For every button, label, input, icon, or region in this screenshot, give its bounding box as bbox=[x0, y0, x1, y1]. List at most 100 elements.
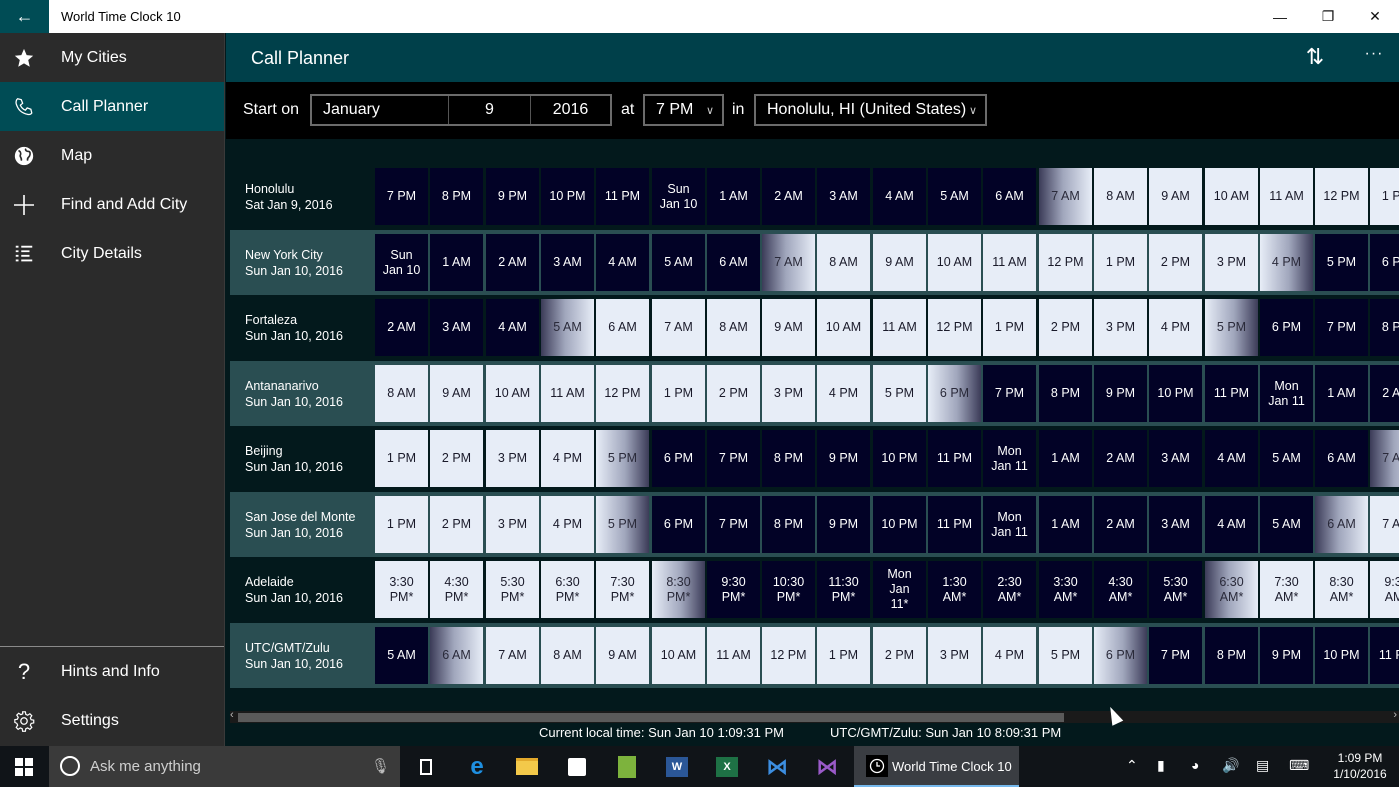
time-cell[interactable]: 1 AM bbox=[430, 234, 483, 291]
time-cell[interactable]: 9 AM bbox=[873, 234, 926, 291]
time-cell[interactable]: 11 AM bbox=[1260, 168, 1313, 225]
time-cell[interactable]: 6 PM bbox=[1370, 234, 1399, 291]
time-cell[interactable]: 4 AM bbox=[1205, 496, 1258, 553]
time-cell[interactable]: 1 PM bbox=[375, 496, 428, 553]
time-cell[interactable]: 9 AM bbox=[596, 627, 649, 684]
time-cell[interactable]: 8 AM bbox=[541, 627, 594, 684]
time-cell[interactable]: 2 AM bbox=[762, 168, 815, 225]
time-cell[interactable]: 9 PM bbox=[817, 496, 870, 553]
time-cell[interactable]: 2 AM bbox=[486, 234, 539, 291]
time-cell[interactable]: Sun Jan 10 bbox=[652, 168, 705, 225]
time-dropdown[interactable]: 7 PM ∨ bbox=[643, 94, 724, 126]
time-cell[interactable]: 5 PM bbox=[596, 496, 649, 553]
sidebar-item-my-cities[interactable]: My Cities bbox=[0, 33, 224, 82]
date-picker[interactable]: January 9 2016 bbox=[310, 94, 612, 126]
time-cell[interactable]: 11 AM bbox=[873, 299, 926, 356]
time-cell[interactable]: 8 AM bbox=[375, 365, 428, 422]
time-cell[interactable]: 7 AM bbox=[1370, 430, 1399, 487]
battery-icon[interactable]: ▮ bbox=[1157, 757, 1165, 774]
time-cell[interactable]: 7:30 PM* bbox=[596, 561, 649, 618]
time-cell[interactable]: 4 PM bbox=[541, 430, 594, 487]
time-cell[interactable]: 3 PM bbox=[1205, 234, 1258, 291]
excel-button[interactable]: X bbox=[703, 746, 751, 787]
time-cell[interactable]: 11 PM bbox=[1370, 627, 1399, 684]
time-cell[interactable]: 9 AM bbox=[1149, 168, 1202, 225]
time-cell[interactable]: 2 AM bbox=[1370, 365, 1399, 422]
time-cell[interactable]: 10 PM bbox=[541, 168, 594, 225]
time-cell[interactable]: 5 PM bbox=[596, 430, 649, 487]
time-cell[interactable]: 10 PM bbox=[1315, 627, 1368, 684]
time-cell[interactable]: 9 AM bbox=[430, 365, 483, 422]
edge-button[interactable]: e bbox=[453, 746, 501, 787]
time-cell[interactable]: 10 PM bbox=[873, 430, 926, 487]
time-cell[interactable]: 5 AM bbox=[928, 168, 981, 225]
time-cell[interactable]: 4 AM bbox=[596, 234, 649, 291]
time-cell[interactable]: 6:30 PM* bbox=[541, 561, 594, 618]
time-cell[interactable]: 12 PM bbox=[928, 299, 981, 356]
time-cell[interactable]: 9 AM bbox=[762, 299, 815, 356]
time-cell[interactable]: 6 PM bbox=[1260, 299, 1313, 356]
time-cell[interactable]: 12 PM bbox=[1315, 168, 1368, 225]
time-cell[interactable]: 2 PM bbox=[1149, 234, 1202, 291]
word-button[interactable]: W bbox=[653, 746, 701, 787]
restore-button[interactable]: ❐ bbox=[1305, 0, 1351, 33]
scroll-thumb[interactable] bbox=[238, 713, 1064, 722]
time-cell[interactable]: 12 PM bbox=[596, 365, 649, 422]
volume-icon[interactable]: 🔊 bbox=[1222, 757, 1239, 774]
time-cell[interactable]: 4 AM bbox=[486, 299, 539, 356]
time-cell[interactable]: 8 AM bbox=[1094, 168, 1147, 225]
time-cell[interactable]: 3 AM bbox=[1149, 430, 1202, 487]
time-cell[interactable]: 10 AM bbox=[817, 299, 870, 356]
time-cell[interactable]: 11 AM bbox=[541, 365, 594, 422]
time-cell[interactable]: 11:30 PM* bbox=[817, 561, 870, 618]
time-cell[interactable]: 1 AM bbox=[707, 168, 760, 225]
time-cell[interactable]: 2:30 AM* bbox=[983, 561, 1036, 618]
time-cell[interactable]: 1 PM bbox=[375, 430, 428, 487]
planner-row[interactable]: Beijing Sun Jan 10, 2016 1 PM 2 PM 3 PM 4 PM 5… bbox=[230, 426, 1399, 491]
time-cell[interactable]: 11 AM bbox=[983, 234, 1036, 291]
time-cell[interactable]: 6 PM bbox=[928, 365, 981, 422]
sidebar-item-settings[interactable]: Settings bbox=[0, 696, 224, 745]
time-cell[interactable]: 12 PM bbox=[1039, 234, 1092, 291]
time-cell[interactable]: 3 AM bbox=[430, 299, 483, 356]
start-button[interactable] bbox=[0, 746, 48, 787]
task-view-button[interactable] bbox=[402, 746, 450, 787]
time-cell[interactable]: 11 PM bbox=[1205, 365, 1258, 422]
time-cell[interactable]: 11 PM bbox=[928, 430, 981, 487]
time-cell[interactable]: 3 PM bbox=[928, 627, 981, 684]
taskbar-app-world-time-clock[interactable]: World Time Clock 10 bbox=[854, 746, 1019, 787]
planner-row[interactable]: Fortaleza Sun Jan 10, 2016 2 AM 3 AM 4 AM 5 A… bbox=[230, 295, 1399, 360]
time-cell[interactable]: 3 AM bbox=[541, 234, 594, 291]
time-cell[interactable]: 4 PM bbox=[983, 627, 1036, 684]
time-cell[interactable]: 9:30 AM* bbox=[1370, 561, 1399, 618]
planner-row[interactable]: UTC/GMT/Zulu Sun Jan 10, 2016 5 AM 6 AM 7 AM… bbox=[230, 623, 1399, 688]
time-cell[interactable]: 1 PM bbox=[817, 627, 870, 684]
time-cell[interactable]: 5 PM bbox=[1039, 627, 1092, 684]
time-cell[interactable]: 1 AM bbox=[1039, 496, 1092, 553]
back-button[interactable]: ← bbox=[0, 0, 49, 33]
time-cell[interactable]: 5 AM bbox=[541, 299, 594, 356]
time-cell[interactable]: 2 PM bbox=[430, 496, 483, 553]
time-cell[interactable]: 9 PM bbox=[486, 168, 539, 225]
time-cell[interactable]: 8 PM bbox=[1205, 627, 1258, 684]
time-cell[interactable]: 1 AM bbox=[1315, 365, 1368, 422]
time-cell[interactable]: 9 PM bbox=[1094, 365, 1147, 422]
time-cell[interactable]: 7 PM bbox=[1315, 299, 1368, 356]
time-cell[interactable]: 1 PM bbox=[983, 299, 1036, 356]
time-cell[interactable]: 7 AM bbox=[1370, 496, 1399, 553]
time-cell[interactable]: 8:30 PM* bbox=[652, 561, 705, 618]
time-cell[interactable]: 2 PM bbox=[1039, 299, 1092, 356]
scroll-left-icon[interactable]: ‹ bbox=[230, 709, 234, 721]
time-cell[interactable]: 1 PM bbox=[1370, 168, 1399, 225]
time-cell[interactable]: 7 PM bbox=[707, 430, 760, 487]
time-cell[interactable]: 2 AM bbox=[1094, 496, 1147, 553]
time-cell[interactable]: Mon Jan 11 bbox=[1260, 365, 1313, 422]
time-cell[interactable]: 5 PM bbox=[1315, 234, 1368, 291]
time-cell[interactable]: 5 PM bbox=[873, 365, 926, 422]
time-cell[interactable]: 7 AM bbox=[762, 234, 815, 291]
time-cell[interactable]: 5:30 AM* bbox=[1149, 561, 1202, 618]
time-cell[interactable]: 2 AM bbox=[375, 299, 428, 356]
time-cell[interactable]: 9 PM bbox=[1260, 627, 1313, 684]
planner-row[interactable]: Honolulu Sat Jan 9, 2016 7 PM 8 PM 9 PM 10 PM… bbox=[230, 164, 1399, 229]
time-cell[interactable]: Mon Jan 11* bbox=[873, 561, 926, 618]
